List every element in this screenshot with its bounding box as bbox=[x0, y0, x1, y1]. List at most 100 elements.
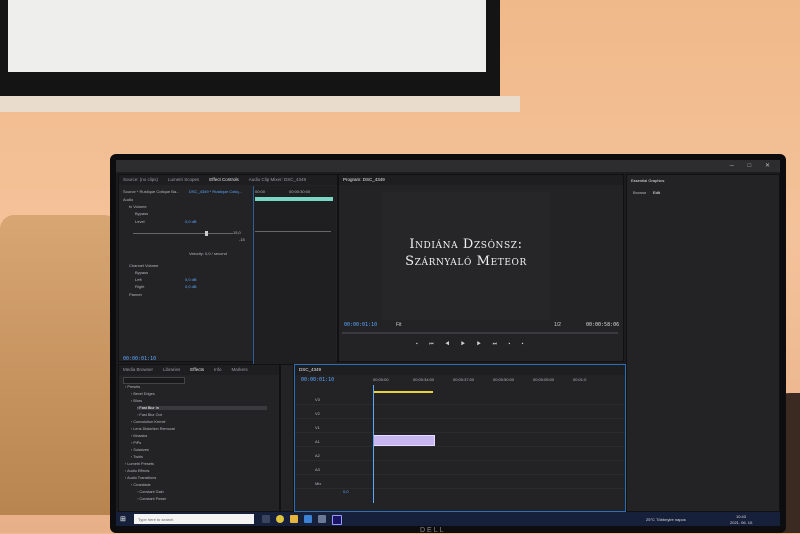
timeline-track-row: A2 bbox=[295, 451, 625, 461]
effects-tree-item[interactable]: › Crossfade bbox=[131, 483, 151, 487]
effects-tree-item[interactable]: › PiPs bbox=[131, 441, 141, 445]
effects-tree-item[interactable]: › Bevel Edges bbox=[131, 392, 155, 396]
tab-effect-controls[interactable]: Effect Controls bbox=[209, 175, 238, 185]
program-duration: 00:00:58:06 bbox=[586, 322, 620, 328]
projection-screen bbox=[0, 0, 500, 96]
essential-graphics-panel: Essential Graphics Browse Edit bbox=[626, 174, 780, 512]
left-value[interactable]: 0,0 dB bbox=[185, 277, 197, 282]
track-label[interactable]: V3 bbox=[315, 397, 320, 402]
effects-panel: Media Browser Libraries Effects Info Mar… bbox=[118, 364, 280, 512]
effects-tree-item[interactable]: › Convolution Kernel bbox=[131, 420, 165, 424]
source-panel-tabs: Source: (no clips) Lumetri Scopes Effect… bbox=[119, 175, 337, 185]
audio-clip-marker[interactable] bbox=[373, 391, 433, 393]
timeline-ruler-label: 00:00:34:00 bbox=[413, 377, 435, 382]
timeline-panel: DSC_4349 00:00:01:10 00:00:00 00:00:34:00… bbox=[294, 364, 626, 512]
tab-source[interactable]: Source: (no clips) bbox=[123, 175, 158, 185]
tab-edit[interactable]: Edit bbox=[653, 190, 660, 195]
timeline-timecode[interactable]: 00:00:01:10 bbox=[301, 377, 334, 383]
source-label: Source * Rustique Cotique Ba... bbox=[123, 189, 180, 194]
tab-media-browser[interactable]: Media Browser bbox=[123, 365, 153, 375]
effects-tree-item[interactable]: › Twirls bbox=[131, 455, 143, 459]
track-label[interactable]: V2 bbox=[315, 411, 320, 416]
weather-widget[interactable]: 25°C Többnyire napos bbox=[646, 517, 686, 522]
resolution-dropdown[interactable]: 1/2 bbox=[554, 322, 561, 328]
clip-label[interactable]: DSC_4349 * Rustique Cotiq... bbox=[189, 189, 242, 194]
program-scrubber[interactable] bbox=[342, 332, 618, 334]
range-low: -15 bbox=[239, 237, 245, 242]
tab-libraries[interactable]: Libraries bbox=[163, 365, 180, 375]
timeline-track-row: A1 bbox=[295, 437, 625, 447]
video-title: Indiána Dzsónsz: Szárnyaló Meteor bbox=[382, 236, 550, 270]
level-slider-handle[interactable] bbox=[205, 231, 208, 236]
tab-lumetri-scopes[interactable]: Lumetri Scopes bbox=[168, 175, 199, 185]
track-label[interactable]: Mix bbox=[315, 481, 321, 486]
tab-markers[interactable]: Markers bbox=[231, 365, 247, 375]
effect-controls-panel: Source: (no clips) Lumetri Scopes Effect… bbox=[118, 174, 338, 366]
premiere-icon[interactable] bbox=[332, 515, 342, 525]
tab-effects[interactable]: Effects bbox=[190, 365, 204, 375]
section-audio: Audio bbox=[123, 197, 134, 202]
effects-tree-item[interactable]: › Lumetri Presets bbox=[125, 462, 154, 466]
track-label[interactable]: A1 bbox=[315, 439, 320, 444]
timeline-track-row: Mix bbox=[295, 479, 625, 489]
task-view-icon[interactable] bbox=[262, 515, 270, 523]
tab-timeline-sequence[interactable]: DSC_4349 bbox=[299, 365, 321, 375]
timeline-ruler-label: 00:01:0 bbox=[573, 377, 587, 382]
effects-tree-item[interactable]: ▫ Fast Blur In bbox=[137, 406, 267, 410]
timeline-track-row: V3 bbox=[295, 395, 625, 405]
tab-program[interactable]: Program: DSC_4349 bbox=[343, 175, 385, 185]
effects-tree-item[interactable]: ▫ Constant Power bbox=[137, 497, 166, 501]
effects-tree-item[interactable]: ▫ Constant Gain bbox=[137, 490, 164, 494]
effects-tabs: Media Browser Libraries Effects Info Mar… bbox=[119, 365, 279, 375]
wall-trim bbox=[0, 96, 520, 112]
mix-value[interactable]: 0,0 bbox=[343, 489, 349, 494]
panner-label: Panner bbox=[129, 292, 142, 297]
track-label[interactable]: V1 bbox=[315, 425, 320, 430]
search-placeholder: Type here to search bbox=[138, 517, 174, 522]
track-label[interactable]: A3 bbox=[315, 467, 320, 472]
level-line bbox=[255, 231, 331, 232]
effects-tree-item[interactable]: › Lens Distortion Removal bbox=[131, 427, 175, 431]
video-clip[interactable] bbox=[373, 435, 435, 446]
effects-tree-item[interactable]: › Presets bbox=[125, 385, 140, 389]
tab-audio-clip-mixer[interactable]: Audio Clip Mixer: DSC_4349 bbox=[249, 175, 306, 185]
timeline-tabs: DSC_4349 bbox=[295, 365, 625, 375]
tools-panel bbox=[280, 364, 294, 512]
effects-tree-item[interactable]: › Blurs bbox=[131, 399, 142, 403]
store-icon[interactable] bbox=[318, 515, 326, 523]
timeline-track-row: A3 bbox=[295, 465, 625, 475]
effects-tree-item[interactable]: ▫ Fast Blur Out bbox=[137, 413, 162, 417]
effects-tree-item[interactable]: › Mosaics bbox=[131, 434, 147, 438]
keyframe-area bbox=[253, 186, 336, 366]
channel-bypass-label: Bypass bbox=[135, 270, 149, 275]
transport-controls[interactable]: ▪ ⏮ ◀ ▶ ▶ ⏭ ▪ ▪ bbox=[416, 341, 528, 347]
timeline-ruler-label: 00:00:50:00 bbox=[493, 377, 515, 382]
timeline-track-row: V1 bbox=[295, 423, 625, 433]
playhead[interactable] bbox=[373, 385, 374, 503]
program-timecode[interactable]: 00:00:01:10 bbox=[344, 322, 377, 328]
right-value[interactable]: 0,0 dB bbox=[185, 284, 197, 289]
tray-clock-date[interactable]: 2021. 06. 10. bbox=[730, 520, 753, 525]
chrome-icon[interactable] bbox=[276, 515, 284, 523]
mail-icon[interactable] bbox=[304, 515, 312, 523]
taskbar-search-input[interactable]: Type here to search bbox=[134, 514, 254, 524]
effects-tree-item[interactable]: › Solarizes bbox=[131, 448, 149, 452]
track-label[interactable]: A2 bbox=[315, 453, 320, 458]
tab-info[interactable]: Info bbox=[214, 365, 222, 375]
tray-clock-time[interactable]: 10:43 bbox=[736, 514, 746, 519]
tab-browse[interactable]: Browse bbox=[633, 190, 646, 195]
window-controls[interactable]: ─ □ ✕ bbox=[730, 162, 776, 169]
video-title-line2: Szárnyaló Meteor bbox=[405, 254, 527, 269]
level-slider[interactable] bbox=[133, 233, 233, 234]
effect-controls-timecode[interactable]: 00:00:01:10 bbox=[123, 356, 156, 362]
program-tabs: Program: DSC_4349 bbox=[339, 175, 623, 185]
explorer-icon[interactable] bbox=[290, 515, 298, 523]
effects-tree-item[interactable]: › Audio Transitions bbox=[125, 476, 156, 480]
range-high: 15,0 bbox=[233, 230, 241, 235]
windows-start-icon[interactable]: ⊞ bbox=[120, 515, 126, 523]
effects-tree-item[interactable]: › Audio Effects bbox=[125, 469, 149, 473]
effects-search-input[interactable] bbox=[123, 377, 185, 384]
level-value[interactable]: 0,0 dB bbox=[185, 219, 197, 224]
left-label: Left bbox=[135, 277, 142, 282]
fit-dropdown[interactable]: Fit bbox=[396, 322, 402, 328]
